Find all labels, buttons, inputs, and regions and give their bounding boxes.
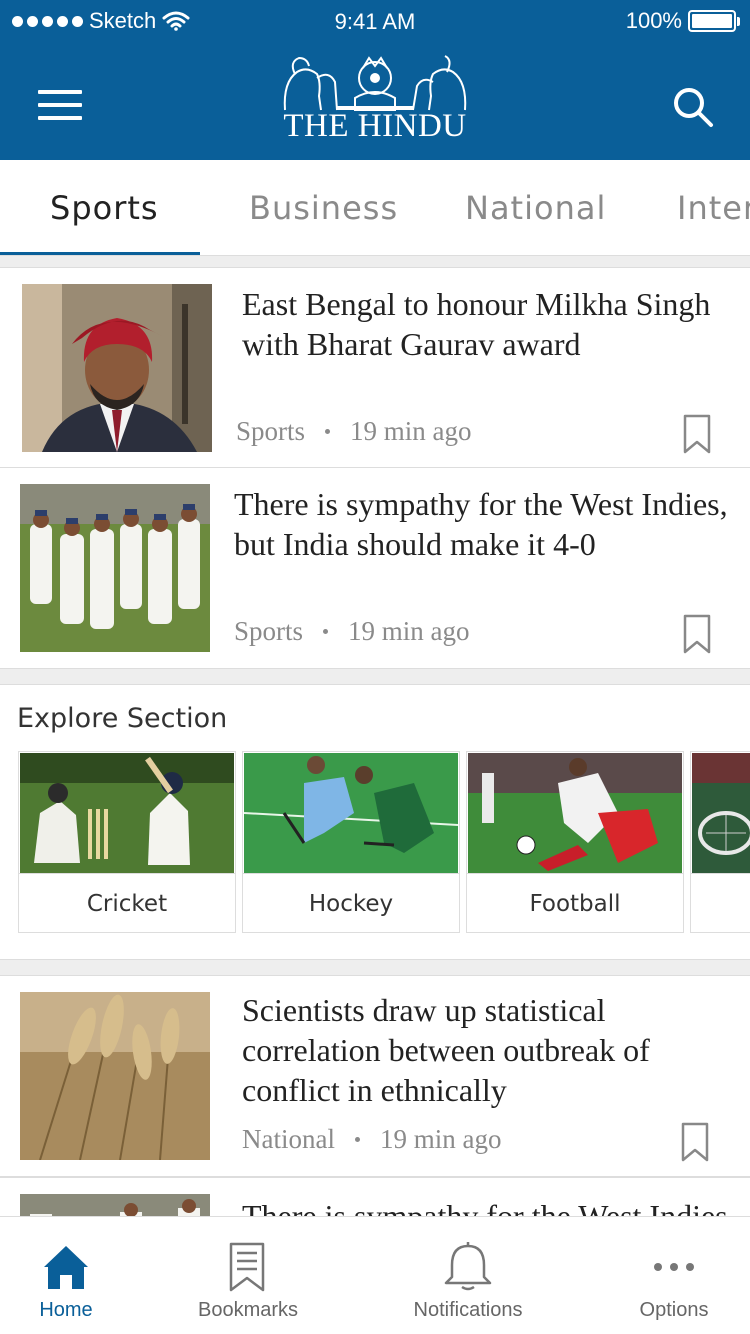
article-headline[interactable]: East Bengal to honour Milkha Singh with … <box>242 284 732 364</box>
nav-label: Options <box>639 1299 709 1321</box>
explore-tile-football[interactable]: Football <box>466 751 684 933</box>
article-thumbnail <box>20 992 210 1160</box>
article-time: 19 min ago <box>379 1124 502 1154</box>
nav-options[interactable]: Options <box>612 1217 736 1334</box>
app-header: Sketch 9:41 AM 100% THE HINDU <box>0 0 750 160</box>
nav-label: Bookmarks <box>197 1299 299 1321</box>
article-meta: National 19 min ago <box>242 1124 501 1155</box>
football-image <box>468 753 682 873</box>
bookmarks-icon <box>229 1242 265 1292</box>
article-section[interactable]: National <box>242 1124 335 1155</box>
article-thumbnail <box>20 484 210 652</box>
explore-section: Explore Section Cricket Hockey Football <box>0 684 750 960</box>
article-time: 19 min ago <box>348 616 470 646</box>
nav-notifications[interactable]: Notifications <box>398 1217 538 1334</box>
tab-sports[interactable]: Sports <box>50 160 159 255</box>
nav-bookmarks[interactable]: Bookmarks <box>182 1217 314 1334</box>
explore-tile-label: Football <box>467 873 683 933</box>
bell-icon <box>444 1242 492 1291</box>
nav-home[interactable]: Home <box>0 1217 132 1334</box>
tab-national[interactable]: National <box>465 160 606 255</box>
separator-dot <box>323 629 329 634</box>
article-section[interactable]: Sports <box>236 416 305 447</box>
search-icon[interactable] <box>672 86 714 128</box>
article-thumbnail <box>22 284 212 452</box>
status-bar: Sketch 9:41 AM 100% <box>0 0 750 42</box>
the-hindu-logo: THE HINDU <box>0 52 750 145</box>
article-section[interactable]: Sports <box>234 616 303 647</box>
article-time: 19 min ago <box>350 416 472 446</box>
hockey-image <box>244 753 458 873</box>
bookmark-icon[interactable] <box>680 1122 710 1162</box>
logo-wordmark: THE HINDU <box>283 108 467 144</box>
article-card[interactable]: There is sympathy for the West Indies, b… <box>0 467 750 669</box>
battery-status: 100% <box>626 8 740 34</box>
battery-icon <box>688 10 736 32</box>
active-tab-indicator <box>0 252 200 255</box>
explore-tile-label <box>691 873 750 933</box>
section-tabs: Sports Business National Inter <box>0 160 750 256</box>
separator-dot <box>354 1137 360 1142</box>
nav-label: Home <box>39 1299 93 1321</box>
explore-tile-hockey[interactable]: Hockey <box>242 751 460 933</box>
explore-section-title: Explore Section <box>17 703 228 734</box>
tennis-image <box>692 753 750 873</box>
more-icon <box>654 1263 694 1271</box>
bookmark-icon[interactable] <box>682 414 712 454</box>
tab-business[interactable]: Business <box>249 160 398 255</box>
article-card[interactable]: East Bengal to honour Milkha Singh with … <box>0 267 750 468</box>
explore-tile-cricket[interactable]: Cricket <box>18 751 236 933</box>
nav-label: Notifications <box>413 1299 523 1321</box>
article-headline[interactable]: Scientists draw up statistical correlati… <box>242 990 732 1110</box>
emblem-icon <box>283 55 467 111</box>
explore-tile-label: Cricket <box>19 873 235 933</box>
bottom-navigation: Home Bookmarks Notifications Options <box>0 1216 750 1334</box>
explore-tile-tennis[interactable] <box>690 751 750 933</box>
article-meta: Sports 19 min ago <box>234 616 470 647</box>
article-meta: Sports 19 min ago <box>236 416 472 447</box>
bookmark-icon[interactable] <box>682 614 712 654</box>
explore-tile-label: Hockey <box>243 873 459 933</box>
separator-dot <box>325 429 331 434</box>
home-icon <box>44 1246 88 1289</box>
battery-percent: 100% <box>625 8 682 33</box>
cricket-image <box>20 753 234 873</box>
article-card[interactable]: Scientists draw up statistical correlati… <box>0 975 750 1177</box>
tab-international[interactable]: Inter <box>677 160 750 255</box>
article-headline[interactable]: There is sympathy for the West Indies, b… <box>234 484 734 564</box>
